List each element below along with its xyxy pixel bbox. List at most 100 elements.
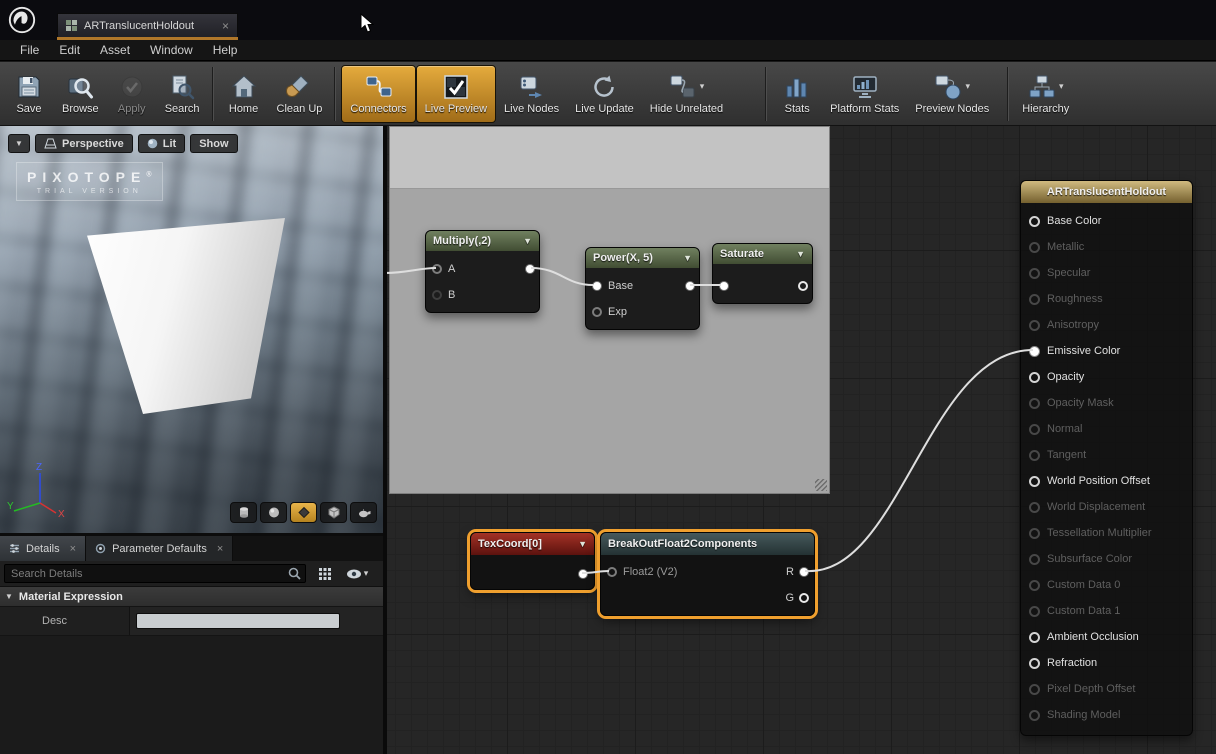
result-pin-world-displacement[interactable]: World Displacement (1021, 494, 1192, 520)
preview-cylinder-button[interactable] (230, 502, 257, 523)
stats-button[interactable]: Stats (772, 65, 822, 123)
vertical-splitter[interactable] (383, 126, 387, 754)
pin-power-base[interactable] (592, 281, 602, 291)
node-multiply[interactable]: Multiply(,2) ▼ A B (425, 230, 540, 313)
preview-nodes-button[interactable]: ▾ Preview Nodes (907, 65, 997, 123)
pin-saturate-output[interactable] (798, 281, 808, 291)
property-matrix-button[interactable] (312, 563, 338, 585)
preview-teapot-button[interactable] (350, 502, 377, 523)
pin-circle (1029, 372, 1040, 383)
details-tab-close-icon[interactable]: × (70, 543, 76, 555)
connectors-toggle-button[interactable]: Connectors (341, 65, 415, 123)
result-pin-specular[interactable]: Specular (1021, 260, 1192, 286)
menu-file[interactable]: File (10, 40, 49, 61)
menu-asset[interactable]: Asset (90, 40, 140, 61)
result-pin-normal[interactable]: Normal (1021, 416, 1192, 442)
pin-saturate-input[interactable] (719, 281, 729, 291)
tab-details[interactable]: Details × (0, 536, 86, 561)
pin-multiply-b[interactable] (432, 290, 442, 300)
result-pin-tangent[interactable]: Tangent (1021, 442, 1192, 468)
result-pin-anisotropy[interactable]: Anisotropy (1021, 312, 1192, 338)
result-pin-tessellation-multiplier[interactable]: Tessellation Multiplier (1021, 520, 1192, 546)
tab-close-icon[interactable]: × (222, 20, 229, 32)
result-pin-world-position-offset[interactable]: World Position Offset (1021, 468, 1192, 494)
comment-resize-handle[interactable] (815, 479, 827, 491)
parameter-defaults-tab-close-icon[interactable]: × (217, 543, 223, 555)
view-options-button[interactable]: ▾ (344, 563, 370, 585)
show-button[interactable]: Show (190, 134, 237, 153)
collapse-triangle-icon[interactable]: ▼ (578, 539, 587, 549)
details-tab-bar: Details × Parameter Defaults × (0, 536, 385, 561)
node-saturate-header[interactable]: Saturate ▼ (713, 244, 812, 264)
home-button[interactable]: Home (219, 65, 269, 123)
material-graph-canvas[interactable]: Multiply(,2) ▼ A B Power(X, 5) ▼ Base Ex… (385, 126, 1216, 754)
node-texcoord[interactable]: TexCoord[0] ▼ (470, 532, 595, 590)
result-pin-subsurface-color[interactable]: Subsurface Color (1021, 546, 1192, 572)
search-button[interactable]: Search (157, 65, 208, 123)
hierarchy-dropdown-icon[interactable]: ▾ (1059, 81, 1064, 92)
result-pin-base-color[interactable]: Base Color (1021, 208, 1192, 234)
pin-breakout-float2-input[interactable] (607, 567, 617, 577)
document-tab[interactable]: ARTranslucentHoldout × (57, 13, 238, 38)
result-pin-refraction[interactable]: Refraction (1021, 650, 1192, 676)
collapse-triangle-icon[interactable]: ▼ (523, 236, 532, 246)
result-pin-emissive-color[interactable]: Emissive Color (1021, 338, 1192, 364)
pin-power-exp[interactable] (592, 307, 602, 317)
preview-viewport[interactable]: ▼ Perspective Lit Show (0, 126, 385, 533)
pin-texcoord-output[interactable] (578, 569, 588, 579)
node-multiply-header[interactable]: Multiply(,2) ▼ (426, 231, 539, 251)
result-pin-metallic[interactable]: Metallic (1021, 234, 1192, 260)
lit-mode-button[interactable]: Lit (138, 134, 185, 153)
clean-up-button[interactable]: Clean Up (269, 65, 331, 123)
hide-unrelated-dropdown-icon[interactable]: ▾ (700, 81, 705, 92)
apply-button[interactable]: Apply (107, 65, 157, 123)
pin-breakout-g-output[interactable] (799, 593, 809, 603)
viewport-options-button[interactable]: ▼ (8, 134, 30, 153)
preview-nodes-dropdown-icon[interactable]: ▾ (965, 81, 970, 92)
pin-breakout-r-output[interactable] (799, 567, 809, 577)
comment-box-header[interactable] (390, 127, 829, 189)
collapse-triangle-icon[interactable]: ▼ (796, 249, 805, 259)
node-breakout-float2[interactable]: BreakOutFloat2Components Float2 (V2) R G (600, 532, 815, 616)
desc-input[interactable] (136, 613, 340, 629)
hide-unrelated-button[interactable]: ▾ Hide Unrelated (642, 65, 731, 123)
menu-edit[interactable]: Edit (49, 40, 90, 61)
menu-window[interactable]: Window (140, 40, 203, 61)
result-pin-custom-data-0[interactable]: Custom Data 0 (1021, 572, 1192, 598)
save-button[interactable]: Save (4, 65, 54, 123)
node-texcoord-header[interactable]: TexCoord[0] ▼ (471, 533, 594, 555)
live-preview-toggle-button[interactable]: Live Preview (416, 65, 496, 123)
pin-multiply-a[interactable] (432, 264, 442, 274)
node-breakout-header[interactable]: BreakOutFloat2Components (601, 533, 814, 555)
tab-parameter-defaults[interactable]: Parameter Defaults × (86, 536, 233, 561)
node-result-material[interactable]: ARTranslucentHoldout Base Color Metallic… (1020, 180, 1193, 736)
live-nodes-button[interactable]: Live Nodes (496, 65, 567, 123)
node-power-header[interactable]: Power(X, 5) ▼ (586, 248, 699, 268)
search-details-input[interactable] (4, 564, 306, 583)
result-pin-shading-model[interactable]: Shading Model (1021, 702, 1192, 728)
preview-plane-button[interactable] (290, 502, 317, 523)
node-power[interactable]: Power(X, 5) ▼ Base Exp (585, 247, 700, 330)
result-pin-ambient-occlusion[interactable]: Ambient Occlusion (1021, 624, 1192, 650)
pin-multiply-output[interactable] (525, 264, 535, 274)
node-result-header[interactable]: ARTranslucentHoldout (1021, 181, 1192, 203)
pin-label: Normal (1047, 423, 1082, 435)
save-icon (15, 73, 43, 101)
perspective-button[interactable]: Perspective (35, 134, 133, 153)
preview-cube-button[interactable] (320, 502, 347, 523)
node-saturate[interactable]: Saturate ▼ (712, 243, 813, 304)
platform-stats-button[interactable]: Platform Stats (822, 65, 907, 123)
browse-button[interactable]: Browse (54, 65, 107, 123)
menu-help[interactable]: Help (203, 40, 248, 61)
result-pin-roughness[interactable]: Roughness (1021, 286, 1192, 312)
material-expression-section-header[interactable]: ▼ Material Expression (0, 587, 385, 607)
hierarchy-button[interactable]: ▾ Hierarchy (1014, 65, 1077, 123)
result-pin-custom-data-1[interactable]: Custom Data 1 (1021, 598, 1192, 624)
result-pin-pixel-depth-offset[interactable]: Pixel Depth Offset (1021, 676, 1192, 702)
preview-sphere-button[interactable] (260, 502, 287, 523)
result-pin-opacity[interactable]: Opacity (1021, 364, 1192, 390)
live-update-button[interactable]: Live Update (567, 65, 642, 123)
pin-power-output[interactable] (685, 281, 695, 291)
collapse-triangle-icon[interactable]: ▼ (683, 253, 692, 263)
result-pin-opacity-mask[interactable]: Opacity Mask (1021, 390, 1192, 416)
